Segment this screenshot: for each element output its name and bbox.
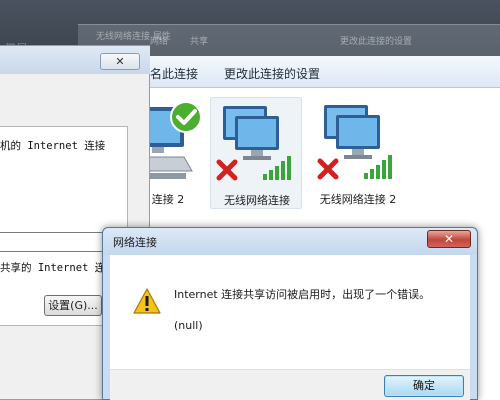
ok-button[interactable]: 确定 [384,375,464,397]
wireless-adapter-disconnected-icon [216,106,291,181]
allow-sharing-text: 机的 Internet 连接 [0,140,106,152]
change-settings-link[interactable]: 更改此连接的设置 [224,65,320,82]
network-item-label: 无线网络连接 [224,194,290,207]
error-dialog-body: Internet 连接共享访问被启用时，出现了一个错误。 (null) 确定 [110,255,470,400]
properties-close-button[interactable]: ✕ [100,53,140,70]
error-dialog-footer: 确定 [110,369,470,400]
sharing-settings-button[interactable]: 设置(G)... [44,295,102,316]
background-tab-network: 网络 [150,37,169,47]
home-network-select[interactable]: ▼ [0,232,118,252]
background-tab-extra: 更改此连接的设置 [340,37,413,47]
wireless-adapter-disconnected-icon [317,105,392,180]
error-dialog-title: 网络连接 [113,236,157,249]
network-item-wireless[interactable]: 无线网络连接 [210,97,302,209]
rename-connection-link[interactable]: 名此连接 [150,65,198,82]
network-item-label: 无线网络连接 2 [319,193,397,206]
background-tab-sharing: 共享 [190,37,209,47]
network-item-wireless-2[interactable]: 无线网络连接 2 [312,97,404,209]
error-message: Internet 连接共享访问被启用时，出现了一个错误。 [174,288,431,301]
network-toolbar: 名此连接 更改此连接的设置 [130,56,500,88]
error-detail: (null) [174,319,203,332]
warning-icon [133,288,161,314]
error-dialog-close-button[interactable]: ✕ [427,230,471,248]
error-dialog-titlebar: 网络连接 ✕ [103,228,477,255]
error-dialog: 网络连接 ✕ Internet 连接共享访问被启用时，出现了一个错误。 (nul… [102,227,478,400]
